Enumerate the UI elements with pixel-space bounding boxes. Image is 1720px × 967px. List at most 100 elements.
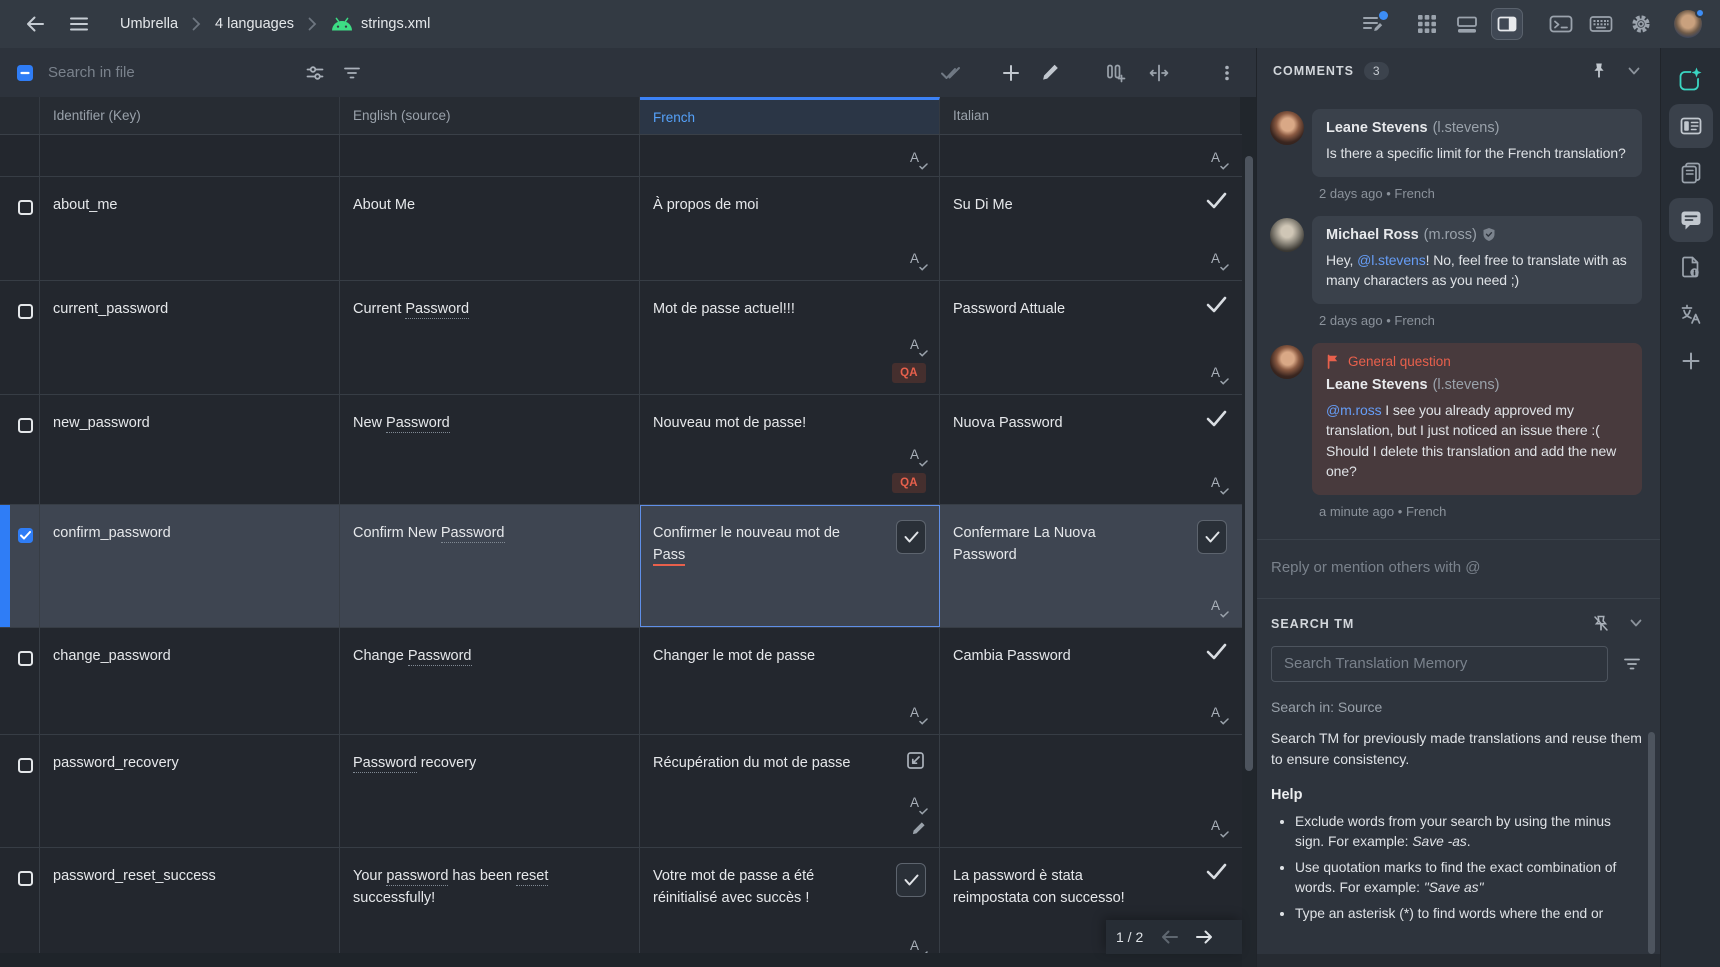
view-grid-button[interactable] bbox=[1410, 7, 1444, 41]
tasks-button[interactable] bbox=[1356, 7, 1390, 41]
terminal-button[interactable] bbox=[1544, 7, 1578, 41]
approve-button[interactable] bbox=[896, 863, 926, 897]
ai-assistant-button[interactable] bbox=[1669, 57, 1713, 101]
chevron-down-icon[interactable] bbox=[1630, 619, 1642, 628]
spellcheck-icon[interactable]: A bbox=[1211, 818, 1227, 836]
plus-icon bbox=[1001, 63, 1021, 83]
mention-link[interactable]: @m.ross bbox=[1326, 402, 1382, 418]
vertical-scrollbar[interactable] bbox=[1245, 156, 1253, 771]
add-panel-button[interactable] bbox=[1669, 339, 1713, 383]
settings-button[interactable] bbox=[1624, 7, 1658, 41]
row-checkbox[interactable] bbox=[18, 200, 33, 215]
row-checkbox-checked[interactable] bbox=[18, 528, 33, 543]
add-key-button[interactable] bbox=[996, 58, 1026, 88]
row-checkbox[interactable] bbox=[18, 304, 33, 319]
mention-link[interactable]: @l.stevens bbox=[1357, 252, 1425, 268]
comments-panel-button[interactable] bbox=[1669, 198, 1713, 242]
back-button[interactable] bbox=[18, 7, 52, 41]
spellcheck-icon[interactable]: A bbox=[910, 150, 926, 168]
comment-author[interactable]: Leane Stevens bbox=[1326, 120, 1428, 136]
chevron-down-icon[interactable] bbox=[1628, 67, 1640, 76]
spellcheck-icon[interactable]: A bbox=[1211, 150, 1227, 168]
search-input[interactable] bbox=[48, 64, 278, 81]
view-right-panel-button[interactable] bbox=[1490, 7, 1524, 41]
android-icon bbox=[331, 17, 353, 31]
glossary-term[interactable]: reset bbox=[516, 868, 548, 886]
previous-page-button[interactable] bbox=[1157, 924, 1183, 950]
comment-author[interactable]: Michael Ross bbox=[1326, 227, 1419, 243]
spellcheck-icon[interactable]: A bbox=[910, 251, 926, 269]
approved-check-icon[interactable] bbox=[1206, 643, 1227, 660]
row-checkbox[interactable] bbox=[18, 871, 33, 886]
bulk-approve-button[interactable] bbox=[936, 58, 966, 88]
edit-pencil-icon[interactable] bbox=[911, 821, 926, 836]
approve-button[interactable] bbox=[1197, 520, 1227, 554]
column-header-italian[interactable]: Italian bbox=[940, 97, 1240, 134]
editor-view-button[interactable] bbox=[1669, 104, 1713, 148]
filter-button[interactable] bbox=[337, 58, 367, 88]
glossary-term[interactable]: Password bbox=[441, 525, 505, 543]
insert-suggestion-icon[interactable] bbox=[905, 750, 926, 771]
avatar[interactable] bbox=[1270, 111, 1304, 145]
spellcheck-icon[interactable]: A bbox=[1211, 475, 1227, 493]
view-bottom-panel-button[interactable] bbox=[1450, 7, 1484, 41]
glossary-term[interactable]: Password bbox=[408, 648, 472, 666]
keyboard-shortcuts-button[interactable] bbox=[1584, 7, 1618, 41]
spellcheck-icon[interactable]: A bbox=[1211, 598, 1227, 616]
avatar[interactable] bbox=[1270, 345, 1304, 379]
pin-icon[interactable] bbox=[1590, 62, 1608, 80]
spellcheck-icon[interactable]: A bbox=[1211, 705, 1227, 723]
qa-badge[interactable]: QA bbox=[892, 363, 926, 383]
tm-filter-icon[interactable] bbox=[1622, 654, 1642, 674]
pin-off-icon[interactable] bbox=[1592, 615, 1610, 633]
user-avatar[interactable] bbox=[1674, 10, 1702, 38]
menu-button[interactable] bbox=[62, 7, 96, 41]
column-header-english[interactable]: English (source) bbox=[340, 97, 640, 134]
spellcheck-icon[interactable]: A bbox=[910, 705, 926, 723]
breadcrumb-project[interactable]: Umbrella bbox=[120, 16, 178, 32]
glossary-term[interactable]: Password bbox=[386, 415, 450, 433]
panel-bottom-icon bbox=[1456, 15, 1478, 34]
approved-check-icon[interactable] bbox=[1206, 410, 1227, 427]
spelling-error-term[interactable]: Pass bbox=[653, 547, 685, 566]
tm-help-list: Exclude words from your search by using … bbox=[1271, 812, 1637, 925]
machine-translation-button[interactable] bbox=[1669, 292, 1713, 336]
glossary-term[interactable]: Password bbox=[405, 301, 469, 319]
more-options-button[interactable] bbox=[1212, 58, 1242, 88]
spellcheck-icon[interactable]: A bbox=[1211, 365, 1227, 383]
spellcheck-icon[interactable]: A bbox=[1211, 251, 1227, 269]
avatar[interactable] bbox=[1270, 218, 1304, 252]
column-header-key[interactable]: Identifier (Key) bbox=[40, 97, 340, 134]
breadcrumb-file[interactable]: strings.xml bbox=[361, 16, 430, 32]
approved-check-icon[interactable] bbox=[1206, 296, 1227, 313]
comment-author[interactable]: Leane Stevens bbox=[1326, 377, 1428, 393]
row-checkbox[interactable] bbox=[18, 418, 33, 433]
approved-check-icon[interactable] bbox=[1206, 863, 1227, 880]
approve-button[interactable] bbox=[896, 520, 926, 554]
panel-scrollbar[interactable] bbox=[1648, 732, 1655, 954]
approved-check-icon[interactable] bbox=[1206, 192, 1227, 209]
tm-search-input[interactable] bbox=[1271, 646, 1608, 682]
breadcrumb-languages[interactable]: 4 languages bbox=[215, 16, 294, 32]
glossary-term[interactable]: Password bbox=[353, 755, 417, 773]
row-checkbox[interactable] bbox=[18, 758, 33, 773]
spellcheck-icon[interactable]: A bbox=[910, 795, 926, 813]
manage-columns-button[interactable] bbox=[1100, 58, 1130, 88]
add-column-icon bbox=[1104, 63, 1126, 83]
spellcheck-icon[interactable]: A bbox=[910, 337, 926, 355]
column-header-french[interactable]: French bbox=[640, 97, 940, 134]
active-translation-cell[interactable]: Confirmer le nouveau mot de Pass bbox=[640, 505, 940, 627]
edit-button[interactable] bbox=[1036, 58, 1066, 88]
reply-input[interactable] bbox=[1271, 559, 1642, 576]
spellcheck-icon[interactable]: A bbox=[910, 447, 926, 465]
search-settings-button[interactable] bbox=[300, 58, 330, 88]
select-all-checkbox[interactable] bbox=[17, 65, 33, 81]
fit-columns-button[interactable] bbox=[1144, 58, 1174, 88]
key-label: new_password bbox=[40, 395, 164, 434]
row-checkbox[interactable] bbox=[18, 651, 33, 666]
glossary-button[interactable] bbox=[1669, 151, 1713, 195]
qa-badge[interactable]: QA bbox=[892, 473, 926, 493]
context-info-button[interactable] bbox=[1669, 245, 1713, 289]
glossary-term[interactable]: password bbox=[386, 868, 448, 886]
next-page-button[interactable] bbox=[1191, 924, 1217, 950]
